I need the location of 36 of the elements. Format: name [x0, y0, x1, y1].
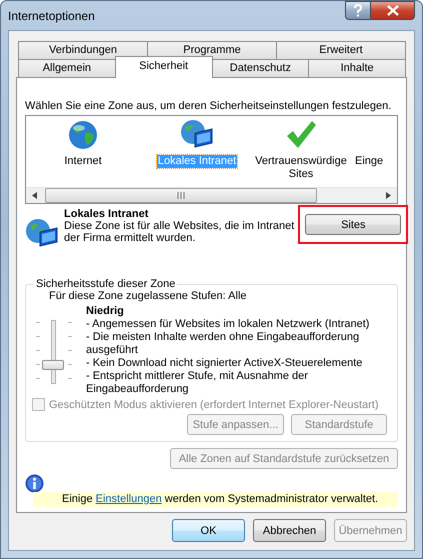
checkbox-label: Geschützten Modus aktivieren (erfordert Internet Explorer-Neustart): [49, 398, 379, 410]
admin-notice: Einige Einstellungen werden vom Systemadministrator verwaltet.: [62, 493, 378, 505]
grip-icon: [177, 192, 185, 199]
zone-item[interactable]: Internet: [63, 155, 103, 168]
zone-description: Diese Zone ist für alle Websites, die im Intranet: [64, 220, 294, 232]
sites-button[interactable]: Sites: [305, 214, 402, 235]
instruction-text: Wählen Sie eine Zone aus, um deren Sicherheitseinstellungen festzulegen.: [25, 100, 392, 112]
close-button[interactable]: [371, 1, 415, 20]
zone-item[interactable]: Vertrauenswürdige Sites: [254, 155, 348, 181]
zone-description: der Firma ermittelt wurden.: [64, 232, 196, 244]
level-description: - Entspricht mittlerer Stufe, mit Ausnahme der Eingabeaufforderung: [86, 370, 309, 396]
tab[interactable]: Programme: [147, 41, 277, 59]
dialog-button[interactable]: OK: [172, 519, 245, 542]
horizontal-scrollbar[interactable]: [26, 187, 397, 203]
info-icon: [25, 474, 44, 493]
level-name: Niedrig: [86, 304, 125, 318]
tab[interactable]: Datenschutz: [212, 59, 310, 77]
tab[interactable]: Erweitert: [276, 41, 406, 59]
help-icon: [353, 4, 363, 17]
tab[interactable]: Sicherheit: [114, 56, 212, 78]
allowed-levels-text: Für diese Zone zugelassene Stufen: Alle: [49, 290, 248, 303]
tab[interactable]: Allgemein: [18, 59, 116, 77]
zone-title: Lokales Intranet: [64, 208, 150, 220]
help-button[interactable]: [345, 1, 371, 20]
level-description: - Die meisten Inhalte werden ohne Eingabeaufforderung ausgeführt: [86, 331, 360, 357]
level-description: - Kein Download nicht signierter ActiveX-Steuerelemente: [86, 357, 364, 370]
tab[interactable]: Inhalte: [308, 59, 406, 77]
settings-link[interactable]: Einstellungen: [96, 493, 162, 505]
level-description: - Angemessen für Websites im lokalen Netzwerk (Intranet): [86, 318, 370, 331]
zone-item[interactable]: Einge: [354, 155, 384, 168]
window-title: Internetoptionen: [8, 9, 95, 23]
dialog-button[interactable]: Abbrechen: [253, 519, 326, 542]
group-legend: Sicherheitsstufe dieser Zone: [34, 278, 178, 290]
tab[interactable]: Verbindungen: [18, 41, 148, 59]
globe-icon: [67, 119, 99, 151]
close-icon: [386, 5, 398, 16]
